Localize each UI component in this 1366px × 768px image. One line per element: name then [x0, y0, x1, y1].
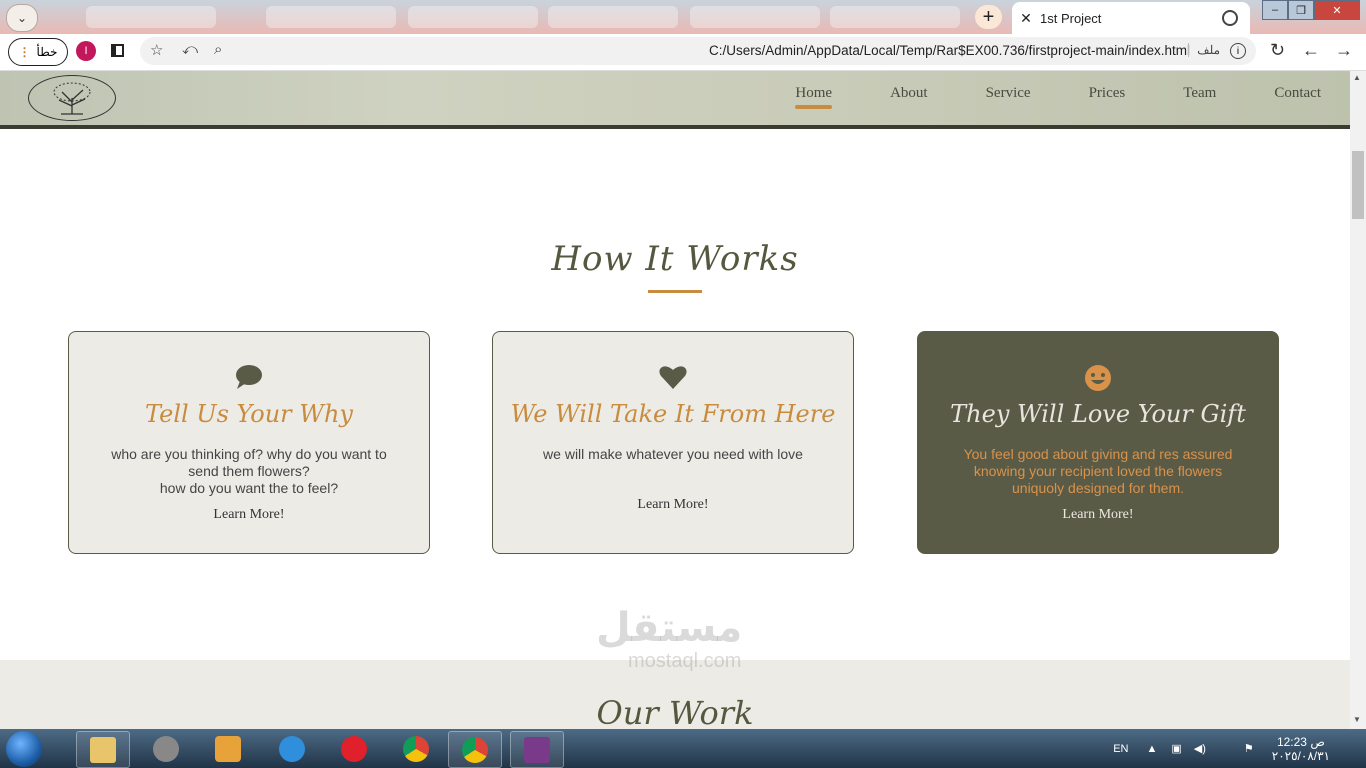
share-icon[interactable]: ⤺ [182, 41, 198, 58]
action-center-icon[interactable]: ⚑ [1244, 742, 1254, 755]
opera-icon[interactable] [328, 731, 380, 766]
section-title: How It Works [551, 239, 799, 279]
plus-icon: + [982, 5, 995, 28]
internet-explorer-icon[interactable] [266, 731, 318, 766]
our-work-title: Our Work [596, 694, 754, 729]
card-title: They Will Love Your Gift [950, 400, 1246, 428]
card-text: You feel good about giving and res assur… [963, 446, 1233, 496]
player-icon[interactable] [202, 731, 254, 766]
start-button[interactable] [6, 731, 42, 767]
background-tab[interactable] [548, 6, 678, 28]
close-tab-icon[interactable]: ✕ [1012, 10, 1040, 27]
search-icon[interactable]: ⌕ [214, 41, 222, 58]
card-text: who are you thinking of? why do you want… [99, 446, 399, 497]
nav-about[interactable]: About [890, 85, 928, 102]
tray-arrow-icon[interactable]: ▲ [1146, 743, 1157, 755]
logo[interactable] [28, 75, 116, 121]
close-window-button[interactable]: ✕ [1314, 0, 1360, 20]
background-tab[interactable] [408, 6, 538, 28]
scrollbar-thumb[interactable] [1352, 151, 1364, 219]
error-menu-button[interactable]: ⋮ خطأ [8, 38, 68, 66]
globe-icon [1222, 10, 1238, 26]
url-field[interactable]: ☆ ⤺ ⌕ C:/Users/Admin/AppData/Local/Temp/… [140, 37, 1256, 65]
more-icon: ⋮ [18, 45, 31, 59]
learn-more-link[interactable]: Learn More! [493, 497, 853, 513]
heart-icon [493, 364, 853, 392]
back-icon[interactable]: ← [1302, 40, 1320, 61]
media-icon[interactable] [140, 731, 192, 766]
smiley-icon [918, 364, 1278, 392]
title-underline [648, 290, 702, 293]
speech-bubble-icon [69, 364, 429, 392]
active-tab-title: 1st Project [1040, 10, 1102, 26]
system-tray: EN ▲ ▣ ◀) ⚑ 12:23 ص ٢٠٢٥/٠٨/٣١ [1113, 729, 1366, 768]
taskbar: EN ▲ ▣ ◀) ⚑ 12:23 ص ٢٠٢٥/٠٨/٣١ [0, 729, 1366, 768]
site-header: Home About Service Prices Team Contact [0, 71, 1350, 129]
tab-strip: ⌄ + ✕ 1st Project – ❐ ✕ [0, 0, 1366, 34]
card-title: Tell Us Your Why [145, 400, 353, 428]
card-line: who are you thinking of? why do you want… [111, 446, 387, 479]
learn-more-link[interactable]: Learn More! [918, 507, 1278, 523]
nav-contact[interactable]: Contact [1274, 85, 1321, 102]
page-scrollbar[interactable]: ▲ ▼ [1350, 71, 1366, 729]
nav-prices[interactable]: Prices [1089, 85, 1126, 102]
card-line: how do you want the to feel? [159, 480, 339, 496]
chrome-active-icon[interactable] [448, 731, 502, 768]
card-text: we will make whatever you need with love [543, 446, 803, 462]
reload-icon[interactable]: ↻ [1270, 40, 1285, 61]
watermark-url: mostaql.com [628, 650, 742, 672]
forward-icon[interactable]: → [1335, 40, 1353, 61]
clock[interactable]: 12:23 ص ٢٠٢٥/٠٨/٣١ [1272, 735, 1330, 763]
address-bar-row: ⋮ خطأ I ☆ ⤺ ⌕ C:/Users/Admin/AppData/Loc… [0, 34, 1366, 71]
volume-icon[interactable]: ◀) [1194, 742, 1206, 755]
file-explorer-icon[interactable] [76, 731, 130, 768]
scroll-down-icon[interactable]: ▼ [1353, 715, 1361, 724]
tab-search-button[interactable]: ⌄ [6, 4, 38, 32]
error-label: خطأ [36, 45, 58, 59]
clock-date: ٢٠٢٥/٠٨/٣١ [1271, 748, 1330, 763]
card-title: We Will Take It From Here [510, 400, 836, 428]
minimize-button[interactable]: – [1262, 0, 1288, 20]
chevron-down-icon: ⌄ [16, 11, 28, 25]
background-tab[interactable] [86, 6, 216, 28]
watermark: مستقل [596, 605, 743, 651]
card-tell-us-why: Tell Us Your Why who are you thinking of… [68, 331, 430, 554]
chrome-icon[interactable] [390, 731, 442, 766]
window-controls: – ❐ ✕ [1262, 0, 1360, 20]
winrar-icon[interactable] [510, 731, 564, 768]
scroll-up-icon[interactable]: ▲ [1353, 73, 1361, 82]
tree-icon [53, 82, 91, 115]
clock-time: 12:23 ص [1276, 734, 1325, 749]
network-icon[interactable]: ▣ [1171, 742, 1181, 755]
info-icon[interactable]: i [1230, 43, 1246, 59]
card-take-it-from-here: We Will Take It From Here we will make w… [492, 331, 854, 554]
file-label: ملف [1188, 43, 1220, 57]
star-icon[interactable]: ☆ [150, 41, 163, 59]
learn-more-link[interactable]: Learn More! [69, 507, 429, 523]
language-indicator[interactable]: EN [1113, 743, 1128, 755]
maximize-button[interactable]: ❐ [1288, 0, 1314, 20]
nav-service[interactable]: Service [986, 85, 1031, 102]
url-text: C:/Users/Admin/AppData/Local/Temp/Rar$EX… [709, 43, 1190, 58]
nav-home[interactable]: Home [795, 85, 832, 109]
background-tab[interactable] [690, 6, 820, 28]
active-tab[interactable]: ✕ 1st Project [1012, 2, 1250, 34]
sidebar-toggle-icon[interactable] [111, 44, 124, 57]
background-tab[interactable] [830, 6, 960, 28]
card-love-your-gift: They Will Love Your Gift You feel good a… [917, 331, 1279, 554]
profile-avatar[interactable]: I [76, 41, 96, 61]
new-tab-button[interactable]: + [975, 5, 1002, 29]
nav-team[interactable]: Team [1183, 85, 1216, 102]
background-tab[interactable] [266, 6, 396, 28]
main-nav: Home About Service Prices Team Contact [795, 85, 1350, 109]
